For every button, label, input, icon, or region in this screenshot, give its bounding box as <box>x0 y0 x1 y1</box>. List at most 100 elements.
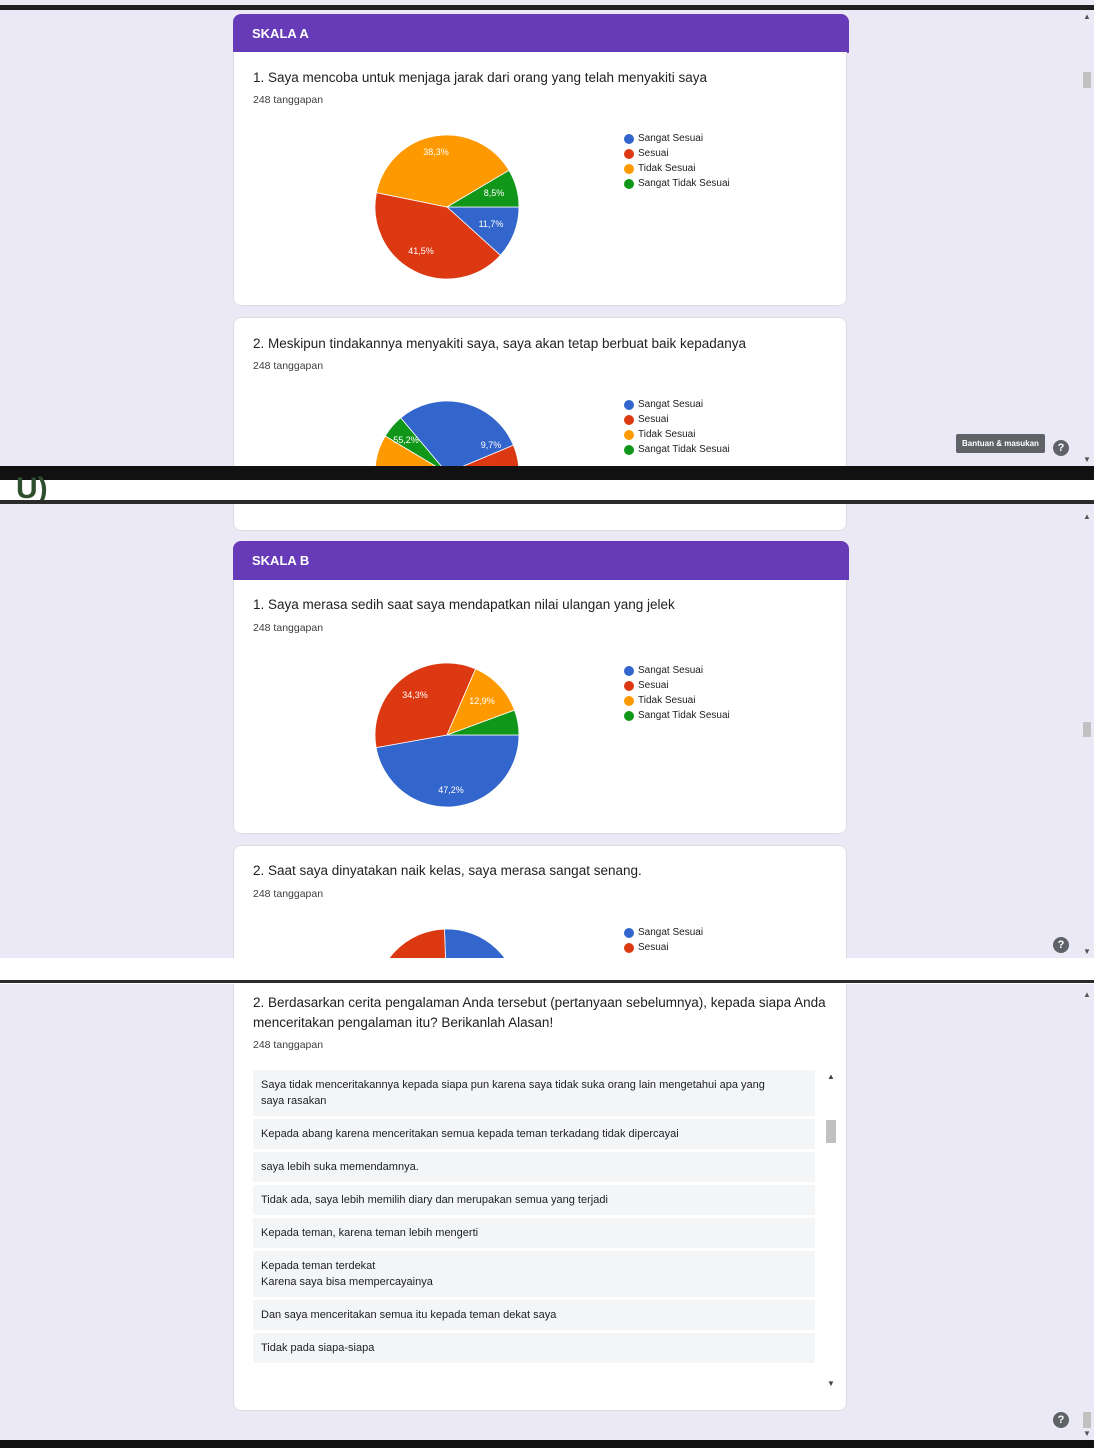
slice-sangat-sesuai <box>375 734 520 808</box>
scroll-up-arrow-icon[interactable]: ▲ <box>1083 512 1091 521</box>
scroll-up-arrow-icon[interactable]: ▲ <box>827 1072 835 1081</box>
scrollbar-thumb[interactable] <box>1083 722 1091 737</box>
pie-chart-a2: 55,2% 9,7% <box>374 400 520 468</box>
response-text: Tidak ada, saya lebih memilih diary dan … <box>261 1194 608 1206</box>
legend-item: Sangat Sesuai <box>624 663 730 678</box>
response-text: Kepada teman terdekat <box>261 1260 376 1272</box>
scroll-down-arrow-icon[interactable]: ▼ <box>1083 947 1091 956</box>
legend-label: Sangat Tidak Sesuai <box>638 178 730 189</box>
response-count: 248 tanggapan <box>253 94 324 106</box>
screenshot-separator: U) <box>0 466 1094 505</box>
legend-dot-icon <box>624 680 634 691</box>
legend-dot-icon <box>624 710 634 721</box>
response-count: 248 tanggapan <box>253 360 324 372</box>
response-item: Kepada teman terdekat Karena saya bisa me… <box>253 1251 815 1297</box>
legend-dot-icon <box>624 927 634 938</box>
response-list-scrollbar[interactable]: ▲ ▼ <box>825 1072 837 1390</box>
question-card-b1: 1. Saya merasa sedih saat saya mendapatk… <box>233 580 847 834</box>
legend-label: Tidak Sesuai <box>638 695 696 706</box>
question-title: 1. Saya mencoba untuk menjaga jarak dari… <box>253 70 708 85</box>
scroll-down-arrow-icon[interactable]: ▼ <box>1083 455 1091 464</box>
response-text: Saya tidak menceritakannya kepada siapa … <box>261 1079 765 1091</box>
scroll-up-arrow-icon[interactable]: ▲ <box>1083 990 1091 999</box>
question-title-line: menceritakan pengalaman itu? Berikanlah … <box>253 1015 554 1030</box>
legend-label: Sangat Tidak Sesuai <box>638 710 730 721</box>
legend-item: Tidak Sesuai <box>624 161 730 176</box>
legend-label: Sangat Sesuai <box>638 133 704 144</box>
legend-item: Sangat Tidak Sesuai <box>624 176 730 191</box>
scrollbar-thumb[interactable] <box>826 1120 836 1143</box>
pie-label-sesuai: 55,2% <box>393 435 419 445</box>
pie-label-sesuai: 34,3% <box>402 690 428 700</box>
legend-dot-icon <box>624 942 634 953</box>
response-text: saya lebih suka memendamnya. <box>261 1161 419 1173</box>
response-text: Kepada teman, karena teman lebih mengert… <box>261 1227 479 1239</box>
legend-dot-icon <box>624 148 634 159</box>
screenshot-separator <box>0 958 1094 984</box>
legend-item: Sesuai <box>624 678 730 693</box>
pie-label-tidak-sesuai: 38,3% <box>423 147 449 157</box>
pie-chart-b1: 47,2% 34,3% 12,9% <box>374 662 520 808</box>
legend-item: Tidak Sesuai <box>624 427 730 442</box>
question-card-a1: 1. Saya mencoba untuk menjaga jarak dari… <box>233 52 847 306</box>
scroll-down-arrow-icon[interactable]: ▼ <box>827 1379 835 1388</box>
legend-dot-icon <box>624 178 634 189</box>
pie-label-sangat-tidak-sesuai: 8,5% <box>484 188 505 198</box>
response-item: Kepada abang karena menceritakan semua k… <box>253 1119 815 1149</box>
legend-label: Sesuai <box>638 942 669 953</box>
legend-item: Tidak Sesuai <box>624 693 730 708</box>
legend-label: Tidak Sesuai <box>638 163 696 174</box>
chart-legend: Sangat Sesuai Sesuai <box>624 925 703 955</box>
question-card-b2: 2. Saat saya dinyatakan naik kelas, saya… <box>233 845 847 958</box>
legend-dot-icon <box>624 399 634 410</box>
response-text: Dan saya menceritakan semua itu kepada t… <box>261 1309 557 1321</box>
response-text: saya rasakan <box>261 1095 327 1107</box>
legend-dot-icon <box>624 163 634 174</box>
chart-legend: Sangat Sesuai Sesuai Tidak Sesuai Sangat… <box>624 663 730 723</box>
legend-dot-icon <box>624 665 634 676</box>
pie-label-tidak-sesuai: 12,9% <box>469 696 495 706</box>
legend-item: Sangat Sesuai <box>624 925 703 940</box>
legend-label: Sangat Tidak Sesuai <box>638 444 730 455</box>
page-scrollbar[interactable] <box>1080 984 1094 1440</box>
response-count: 248 tanggapan <box>253 1039 324 1051</box>
chart-legend: Sangat Sesuai Sesuai Tidak Sesuai Sangat… <box>624 131 730 191</box>
separator-bar <box>0 980 1094 983</box>
chart-legend: Sangat Sesuai Sesuai Tidak Sesuai Sangat… <box>624 397 730 457</box>
legend-item: Sesuai <box>624 940 703 955</box>
screenshot-panel-1: SKALA A 1. Saya mencoba untuk menjaga ja… <box>0 0 1094 468</box>
scrollbar-thumb[interactable] <box>1083 72 1091 88</box>
help-icon[interactable]: ? <box>1053 440 1069 456</box>
screenshot-panel-2: SKALA B 1. Saya merasa sedih saat saya m… <box>0 504 1094 958</box>
question-title: 2. Saat saya dinyatakan naik kelas, saya… <box>253 863 642 878</box>
pie-slices <box>388 928 506 958</box>
section-title: SKALA A <box>252 26 309 41</box>
legend-item: Sangat Sesuai <box>624 131 730 146</box>
legend-dot-icon <box>624 695 634 706</box>
scrollbar-thumb[interactable] <box>1083 1412 1091 1428</box>
legend-dot-icon <box>624 133 634 144</box>
response-count: 248 tanggapan <box>253 622 324 634</box>
pie-label-sangat-sesuai: 47,2% <box>438 785 464 795</box>
response-text: Kepada abang karena menceritakan semua k… <box>261 1128 679 1140</box>
separator-bar <box>0 466 1094 480</box>
response-list[interactable]: Saya tidak menceritakannya kepada siapa … <box>253 1070 839 1391</box>
legend-item: Sangat Sesuai <box>624 397 730 412</box>
slice-sesuai <box>388 928 446 958</box>
scroll-up-arrow-icon[interactable]: ▲ <box>1083 12 1091 21</box>
scroll-down-arrow-icon[interactable]: ▼ <box>1083 1429 1091 1438</box>
pie-chart-b2 <box>388 928 506 958</box>
window-top-bar <box>0 5 1094 10</box>
window-bottom-bar <box>0 1440 1094 1448</box>
help-icon[interactable]: ? <box>1053 937 1069 953</box>
response-item: Saya tidak menceritakannya kepada siapa … <box>253 1070 815 1116</box>
response-item: saya lebih suka memendamnya. <box>253 1152 815 1182</box>
response-item: Kepada teman, karena teman lebih mengert… <box>253 1218 815 1248</box>
pie-label-sangat-sesuai: 11,7% <box>479 219 504 229</box>
section-header-skala-a: SKALA A <box>233 14 849 53</box>
legend-dot-icon <box>624 444 634 455</box>
legend-item: Sangat Tidak Sesuai <box>624 442 730 457</box>
help-icon[interactable]: ? <box>1053 1412 1069 1428</box>
question-card-a2: 2. Meskipun tindakannya menyakiti saya, … <box>233 317 847 468</box>
legend-label: Sangat Sesuai <box>638 665 704 676</box>
